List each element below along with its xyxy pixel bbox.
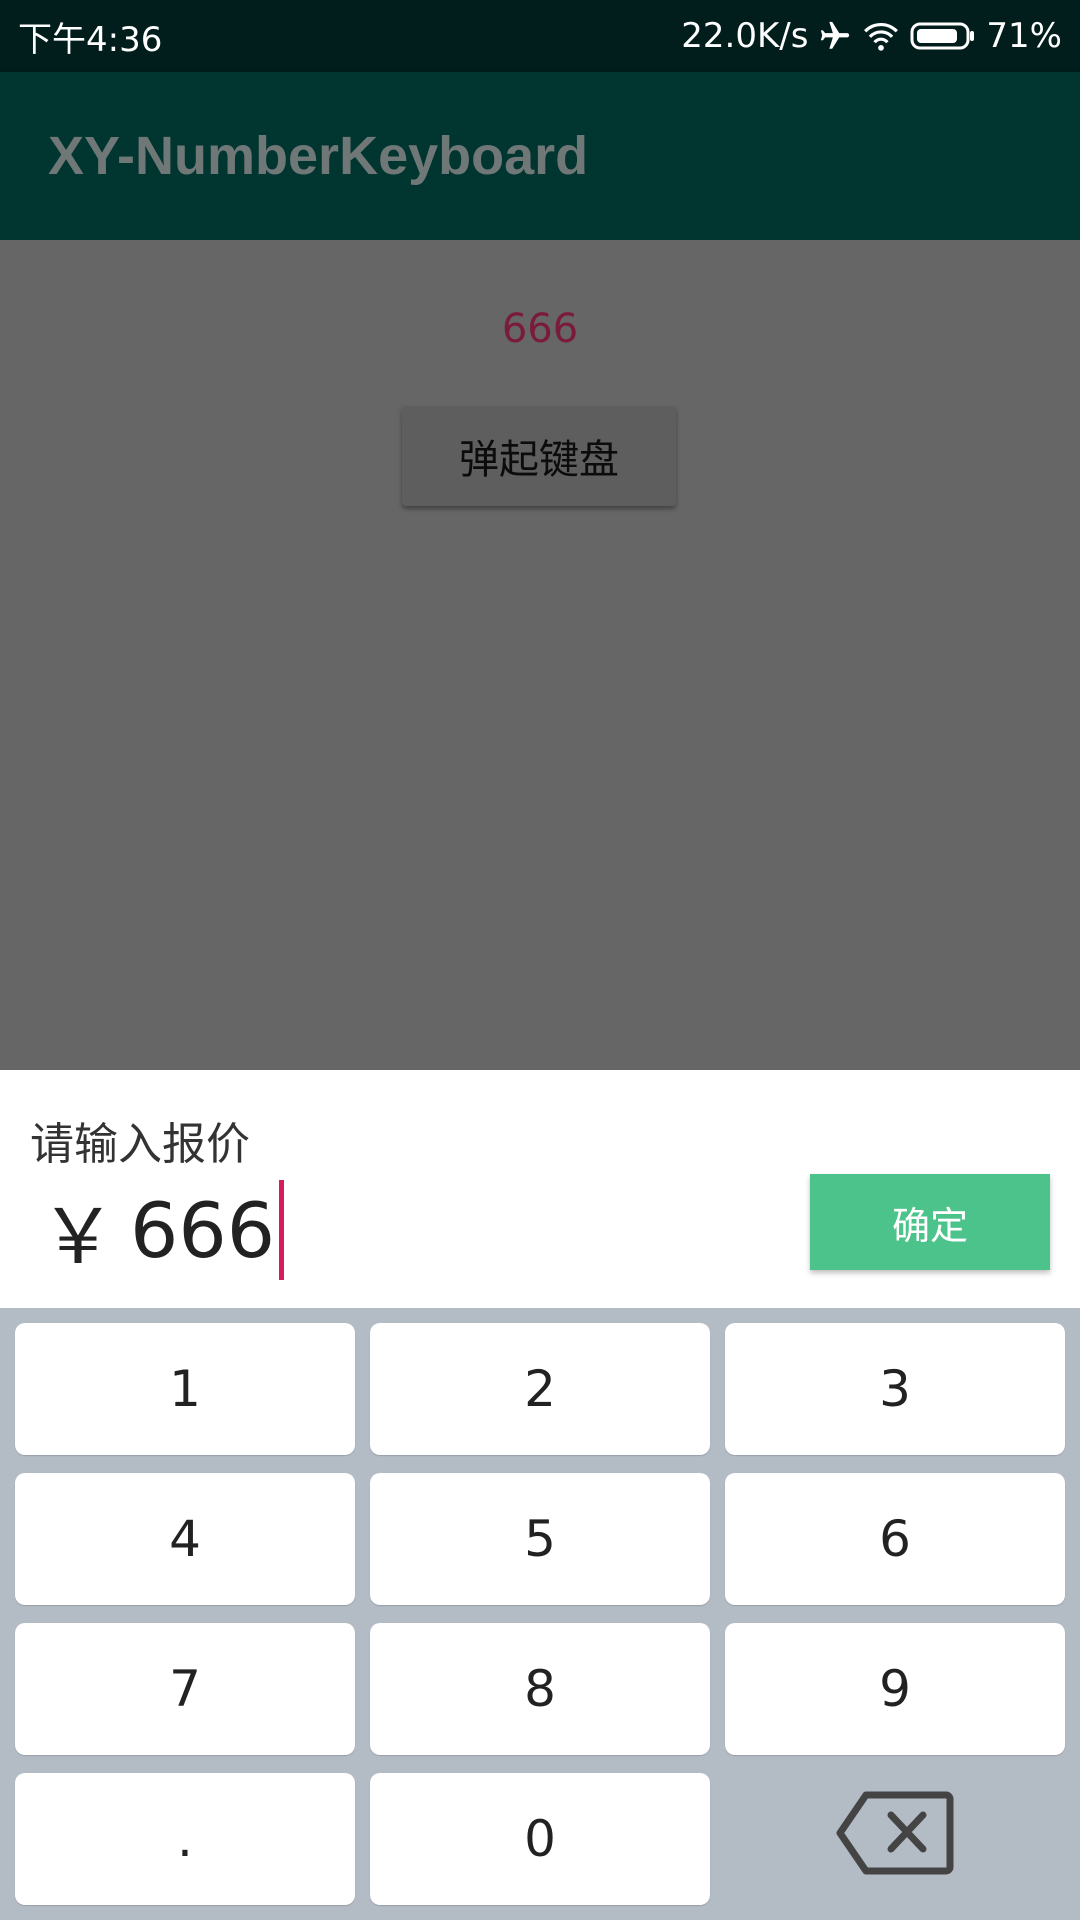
amount-value: 666 [130,1185,276,1275]
key-dot[interactable]: . [15,1773,355,1905]
key-2[interactable]: 2 [370,1323,710,1455]
key-6[interactable]: 6 [725,1473,1065,1605]
number-keyboard: 1 2 3 4 5 6 7 8 9 . 0 [0,1308,1080,1920]
key-3[interactable]: 3 [725,1323,1065,1455]
key-8[interactable]: 8 [370,1623,710,1755]
main-content: 666 弹起键盘 [0,240,1080,1070]
battery-icon [910,20,976,52]
currency-symbol: ￥ [40,1192,116,1281]
network-speed: 22.0K/s [681,16,809,56]
airplane-icon [818,19,852,53]
key-1[interactable]: 1 [15,1323,355,1455]
confirm-button[interactable]: 确定 [810,1174,1050,1270]
status-bar: 下午4:36 22.0K/s 71% [0,0,1080,72]
value-text: 666 [501,306,579,352]
key-9[interactable]: 9 [725,1623,1065,1755]
key-4[interactable]: 4 [15,1473,355,1605]
backspace-icon [836,1791,954,1887]
status-time: 下午4:36 [18,19,163,60]
key-0[interactable]: 0 [370,1773,710,1905]
app-bar: XY-NumberKeyboard [0,72,1080,240]
delete-key[interactable] [725,1773,1065,1905]
text-cursor [279,1180,285,1280]
wifi-icon [862,19,900,53]
key-7[interactable]: 7 [15,1623,355,1755]
status-right-group: 22.0K/s 71% [681,16,1062,56]
battery-percent: 71% [986,16,1062,56]
input-panel: 请输入报价 ￥ 666 确定 [0,1070,1080,1308]
key-5[interactable]: 5 [370,1473,710,1605]
app-title: XY-NumberKeyboard [48,126,589,186]
prompt-label: 请输入报价 [30,1119,250,1170]
amount-field[interactable]: ￥ 666 [40,1180,285,1281]
show-keyboard-button[interactable]: 弹起键盘 [402,406,676,506]
